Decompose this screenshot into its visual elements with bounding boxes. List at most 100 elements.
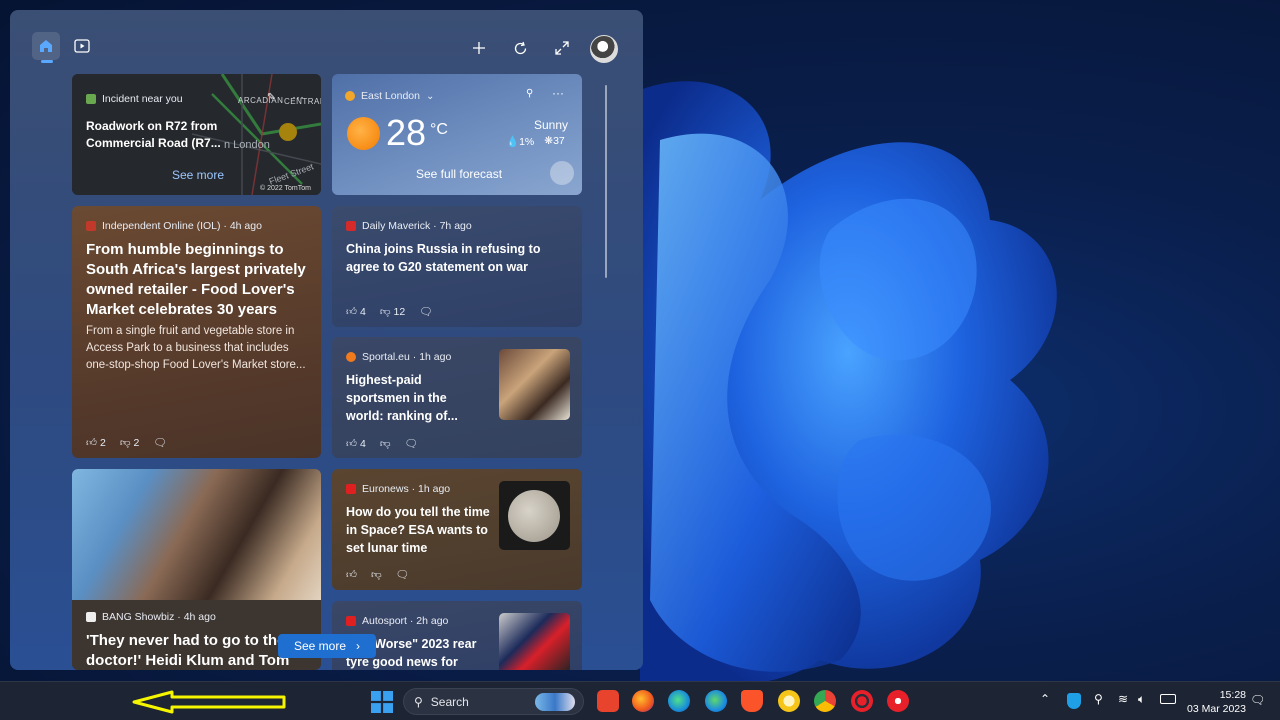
chevron-right-icon: › xyxy=(356,639,361,653)
clock-date: 03 Mar 2023 xyxy=(1187,703,1246,715)
wifi-icon[interactable]: ≋ xyxy=(1118,692,1128,706)
brave-icon[interactable] xyxy=(741,690,763,712)
volume-icon[interactable]: 🔈︎ xyxy=(1138,692,1145,707)
traffic-card[interactable]: Incident near you ✎ ··· ARCADIAN CENTRAL… xyxy=(72,74,321,195)
comment-icon: 🗨︎ xyxy=(395,569,409,581)
traffic-source: Incident near you xyxy=(86,93,183,105)
like-button[interactable]: 👍︎ 2 xyxy=(86,436,106,450)
tray-overflow-chevron-icon[interactable]: ⌃ xyxy=(1040,692,1050,706)
article-card-euronews[interactable]: Euronews · 1h ago How do you tell the ti… xyxy=(332,469,582,590)
clock-time: 15:28 xyxy=(1219,689,1246,701)
home-icon xyxy=(40,40,52,52)
search-highlight-image xyxy=(535,692,575,711)
notification-icon[interactable]: 🗨︎ xyxy=(1250,693,1265,707)
like-count: 2 xyxy=(99,436,106,449)
dislike-count: 12 xyxy=(393,305,406,318)
vivaldi-icon[interactable] xyxy=(597,690,619,712)
like-count: 4 xyxy=(359,437,366,450)
aqi-value: 37 xyxy=(553,135,565,147)
weather-unit: °C xyxy=(430,121,448,138)
edge-canary-icon[interactable] xyxy=(668,690,690,712)
youtube-music-icon[interactable] xyxy=(887,690,909,712)
article-card-iol[interactable]: Independent Online (IOL) · 4h ago From h… xyxy=(72,206,321,458)
thumbs-up-icon: 👍︎ xyxy=(346,569,357,581)
article-actions: 👍︎ 4 👎︎ 🗨︎ xyxy=(346,437,418,451)
autosport-logo-icon xyxy=(346,616,356,626)
article-actions: 👍︎ 👎︎ 🗨︎ xyxy=(346,568,409,581)
article-source: Independent Online (IOL) · 4h ago xyxy=(86,220,262,232)
precip-stat: 💧1% xyxy=(506,135,534,148)
video-tab[interactable] xyxy=(68,32,96,60)
article-card-sportal[interactable]: Sportal.eu · 1h ago Highest-paid sportsm… xyxy=(332,337,582,458)
comment-button[interactable]: 🗨︎ xyxy=(396,568,409,581)
chevron-down-icon: ⌄ xyxy=(425,90,435,102)
comment-button[interactable]: 🗨︎ xyxy=(405,437,418,450)
moon-image xyxy=(508,490,560,542)
precip-value: 1% xyxy=(519,136,535,148)
search-icon: ⚲ xyxy=(414,694,423,709)
bang-logo-icon xyxy=(86,612,96,622)
iol-logo-icon xyxy=(86,221,96,231)
see-more-button[interactable]: See more › xyxy=(278,634,376,658)
thumbs-down-icon: 👎︎ xyxy=(119,437,131,449)
article-summary: From a single fruit and vegetable store … xyxy=(86,325,306,371)
taskbar-search[interactable]: ⚲ Search xyxy=(403,688,584,715)
article-title: From humble beginnings to South Africa's… xyxy=(86,241,306,318)
weather-location[interactable]: East London ⌄ xyxy=(345,90,434,102)
active-tab-indicator xyxy=(41,60,53,63)
thumbs-up-icon: 👍︎ xyxy=(346,306,357,318)
raindrop-icon: 💧 xyxy=(506,136,520,148)
app-red-circle-icon[interactable] xyxy=(851,690,873,712)
firefox-icon[interactable] xyxy=(632,690,654,712)
battery-icon[interactable] xyxy=(1160,694,1176,704)
start-button[interactable] xyxy=(371,691,393,713)
article-card-daily-maverick[interactable]: Daily Maverick · 7h ago China joins Russ… xyxy=(332,206,582,327)
weather-condition: Sunny xyxy=(533,118,568,132)
weather-card[interactable]: East London ⌄ ⚲ ··· 28 °C Sunny 💧1% ❋37 … xyxy=(332,74,582,195)
video-icon xyxy=(74,39,90,53)
weather-extra-icon[interactable] xyxy=(550,161,574,185)
tray-app-icon[interactable]: ⚲ xyxy=(1094,692,1103,706)
weather-forecast-link[interactable]: See full forecast xyxy=(416,167,502,181)
edge-icon[interactable] xyxy=(705,690,727,712)
like-button[interactable]: 👍︎ 4 xyxy=(346,305,366,319)
add-widget-button[interactable] xyxy=(465,34,493,62)
sun-icon xyxy=(347,117,380,150)
like-button[interactable]: 👍︎ xyxy=(346,568,357,581)
defender-shield-icon[interactable] xyxy=(1067,693,1081,709)
like-button[interactable]: 👍︎ 4 xyxy=(346,437,366,451)
expand-button[interactable] xyxy=(548,34,576,62)
chrome-canary-icon[interactable] xyxy=(778,690,800,712)
sportal-logo-icon xyxy=(346,352,356,362)
article-source: Sportal.eu · 1h ago xyxy=(346,351,451,363)
like-count: 4 xyxy=(359,305,366,318)
comment-button[interactable]: 🗨︎ xyxy=(153,436,166,449)
article-thumbnail xyxy=(499,349,570,420)
article-source: BANG Showbiz · 4h ago xyxy=(86,611,216,623)
map-label-central: CENTRAL xyxy=(284,97,321,106)
refresh-button[interactable] xyxy=(506,34,534,62)
scrollbar-thumb[interactable] xyxy=(605,85,607,278)
chrome-icon[interactable] xyxy=(814,690,836,712)
article-hero-image xyxy=(72,469,321,600)
dislike-button[interactable]: 👎︎ 12 xyxy=(380,305,406,319)
taskbar: ⚲ Search ⌃ ⚲ ≋ 🔈︎ 15:28 03 Mar 2023 🗨︎ xyxy=(0,681,1280,720)
more-options-icon[interactable]: ··· xyxy=(552,86,564,100)
plus-icon xyxy=(473,42,485,54)
avatar[interactable] xyxy=(590,35,618,63)
refresh-icon xyxy=(514,41,526,54)
comment-button[interactable]: 🗨︎ xyxy=(419,305,432,318)
traffic-title: Roadwork on R72 from Commercial Road (R7… xyxy=(86,119,221,150)
dislike-button[interactable]: 👎︎ 2 xyxy=(119,436,140,450)
home-tab[interactable] xyxy=(32,32,60,60)
dislike-button[interactable]: 👎︎ xyxy=(380,437,391,450)
search-label: Search xyxy=(430,694,469,709)
traffic-see-more-link[interactable]: See more xyxy=(172,168,224,182)
dislike-button[interactable]: 👎︎ xyxy=(371,568,382,581)
pin-icon[interactable]: ⚲ xyxy=(526,88,533,99)
thumbs-up-icon: 👍︎ xyxy=(346,438,357,450)
clock[interactable]: 15:28 03 Mar 2023 xyxy=(1186,688,1246,716)
aqi-stat: ❋37 xyxy=(544,135,565,148)
traffic-logo-icon xyxy=(86,94,96,104)
article-source-label: Independent Online (IOL) · 4h ago xyxy=(102,220,262,232)
